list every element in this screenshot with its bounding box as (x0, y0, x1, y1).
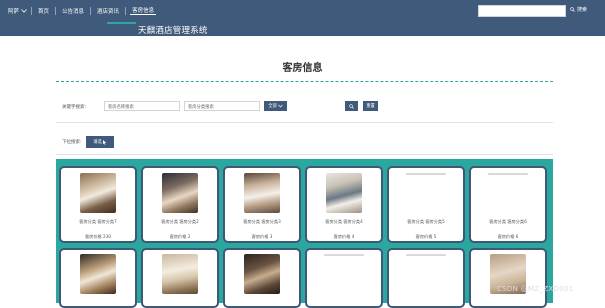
chevron-down-icon (278, 104, 283, 108)
room-type-search-field[interactable]: 客房分类搜索 (184, 101, 260, 111)
top-navigation-bar: 阿萨 首页 公告消息 酒店资讯 客房信息 天麒酒店管理系统 搜索 (0, 0, 605, 36)
room-card[interactable]: 客房分类 客房分类3 客房价格 3 (223, 166, 301, 243)
user-menu[interactable]: 阿萨 (8, 7, 27, 15)
room-name-search-field[interactable]: 客房名称搜索 (104, 101, 180, 111)
system-title: 天麒酒店管理系统 (138, 26, 208, 36)
room-thumbnail (406, 254, 446, 256)
page-title: 客房信息 (282, 63, 323, 74)
room-card[interactable] (387, 248, 465, 308)
room-card[interactable]: 客房分类 客房分类4 客房价格 4 (305, 166, 383, 243)
search-input[interactable] (478, 5, 566, 17)
room-card[interactable] (223, 248, 301, 308)
room-thumbnail (488, 173, 528, 175)
room-card[interactable]: 客房分类 客房分类2 客房价格 2 (141, 166, 219, 243)
cursor-icon (102, 139, 107, 145)
room-card[interactable]: 客房分类 客房分类6 客房价格 6 (469, 166, 547, 243)
search-button[interactable]: 搜索 (570, 6, 587, 13)
search-icon (349, 103, 354, 109)
room-card[interactable] (469, 248, 547, 308)
keyword-search-label: 关键字搜索: (62, 105, 87, 110)
room-card[interactable] (141, 248, 219, 308)
room-price: 客房价格 4 (333, 234, 355, 239)
chevron-down-icon (21, 8, 27, 13)
room-thumbnail (80, 254, 116, 294)
room-price: 客房价格 5 (415, 234, 437, 239)
title-accent-line (107, 22, 136, 24)
nav-divider (55, 6, 57, 15)
room-price: 客房价格 230 (84, 234, 112, 239)
keyword-filter-row: 关键字搜索: 客房名称搜索 客房分类搜索 全部 重置 (0, 101, 605, 115)
nav-divider (31, 6, 33, 15)
dropdown-divider (56, 154, 553, 155)
room-name: 客房分类 客房分类2 (161, 219, 199, 224)
search-icon (570, 7, 575, 12)
category-select[interactable]: 全部 (264, 101, 287, 111)
room-thumbnail (324, 254, 364, 256)
filter-divider (56, 122, 553, 123)
room-name: 客房分类 客房分类3 (243, 219, 281, 224)
room-price: 客房价格 3 (251, 234, 273, 239)
room-thumbnail (80, 173, 116, 213)
room-card[interactable] (305, 248, 383, 308)
room-name: 客房分类 客房分类4 (325, 219, 363, 224)
top-nav: 阿萨 首页 公告消息 酒店资讯 客房信息 (0, 0, 157, 21)
username: 阿萨 (8, 8, 20, 15)
room-name: 客房分类 客房分类6 (489, 219, 527, 224)
nav-hotel-news[interactable]: 酒店资讯 (95, 7, 121, 15)
nav-announcements[interactable]: 公告消息 (60, 7, 86, 15)
search-button-label: 搜索 (577, 7, 588, 13)
dropdown-search-label: 下拉搜索: (62, 140, 82, 145)
room-name: 客房分类 客房分类5 (407, 219, 445, 224)
nav-home[interactable]: 首页 (36, 7, 51, 15)
dropdown-select-button[interactable]: 请选 (86, 136, 114, 148)
room-name: 客房分类 客房分类7 (79, 219, 117, 224)
nav-divider (90, 6, 92, 15)
watermark: CSDN @MZ_ZXD001 (497, 285, 574, 293)
room-thumbnail (162, 173, 198, 213)
dropdown-select-label: 请选 (93, 140, 102, 145)
room-thumbnail (162, 254, 198, 294)
reset-button[interactable]: 重置 (363, 101, 378, 111)
nav-room-info[interactable]: 客房信息 (130, 6, 157, 15)
room-thumbnail (406, 173, 446, 175)
room-card[interactable]: 客房分类 客房分类7 客房价格 230 (59, 166, 137, 243)
room-thumbnail (244, 254, 280, 294)
room-card[interactable] (59, 248, 137, 308)
search-filter-button[interactable] (345, 101, 358, 111)
room-card[interactable]: 客房分类 客房分类5 客房价格 5 (387, 166, 465, 243)
room-thumbnail (244, 173, 280, 213)
room-thumbnail (326, 173, 362, 213)
title-divider (56, 81, 553, 82)
room-price: 客房价格 2 (169, 234, 191, 239)
nav-divider (125, 6, 127, 15)
room-card-grid: 客房分类 客房分类7 客房价格 230 客房分类 客房分类2 客房价格 2 客房… (56, 159, 553, 308)
category-select-label: 全部 (268, 104, 277, 109)
room-price: 客房价格 6 (497, 234, 519, 239)
